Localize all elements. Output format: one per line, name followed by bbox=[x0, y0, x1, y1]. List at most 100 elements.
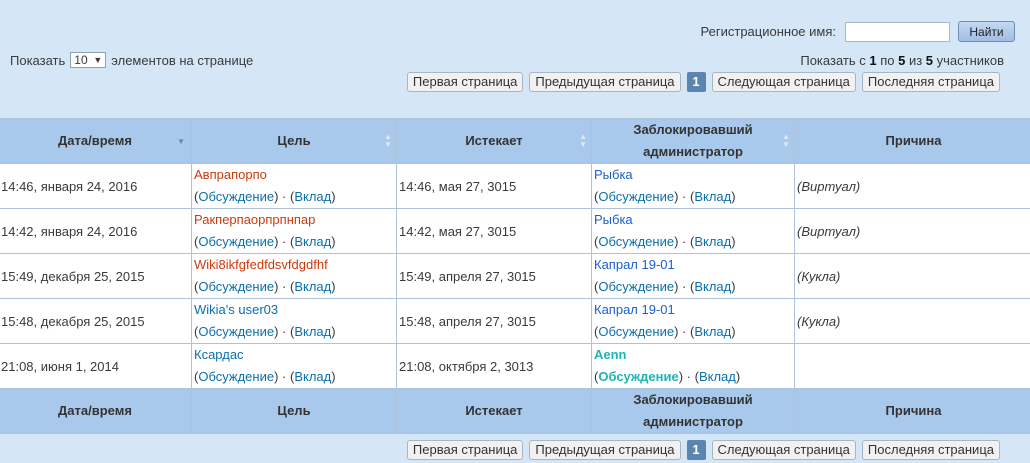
cell-expires: 14:46, мая 27, 3015 bbox=[396, 163, 592, 209]
last-page-button[interactable]: Последняя страница bbox=[861, 440, 1000, 460]
contribs-link[interactable]: Вклад bbox=[294, 189, 331, 204]
user-link[interactable]: Авпрапорпо bbox=[194, 167, 267, 182]
admin-link[interactable]: Рыбка bbox=[594, 212, 633, 227]
contribs-link[interactable]: Вклад bbox=[694, 189, 731, 204]
cell-admin: Рыбка (Обсуждение) · (Вклад) bbox=[591, 208, 795, 254]
user-link[interactable]: Wiki8ikfgfedfdsvfdgdfhf bbox=[194, 257, 328, 272]
col-label: Дата/время bbox=[58, 133, 132, 148]
search-bar: Регистрационное имя: Найти bbox=[701, 21, 1015, 42]
current-page: 1 bbox=[686, 72, 706, 92]
cell-reason: (Кукла) bbox=[794, 298, 1030, 344]
cell-expires: 21:08, октября 2, 3013 bbox=[396, 343, 592, 389]
next-page-button[interactable]: Следующая страница bbox=[711, 440, 856, 460]
col-label: Истекает bbox=[465, 133, 523, 148]
col-label: Цель bbox=[277, 133, 311, 148]
table-row: 14:46, января 24, 2016 Авпрапорпо (Обсуж… bbox=[0, 163, 1030, 209]
col-footer-expires: Истекает bbox=[396, 388, 592, 434]
user-link[interactable]: Ракперпаорпрпнпар bbox=[194, 212, 315, 227]
talk-link[interactable]: Обсуждение bbox=[198, 189, 274, 204]
cell-target: Wikia's user03 (Обсуждение) · (Вклад) bbox=[191, 298, 397, 344]
talk-link[interactable]: Обсуждение bbox=[598, 234, 674, 249]
col-header-admin[interactable]: Заблокировавший администратор ▲ ▼ bbox=[591, 118, 795, 164]
page-size-suffix: элементов на странице bbox=[111, 52, 254, 68]
cell-admin: Капрал 19-01 (Обсуждение) · (Вклад) bbox=[591, 298, 795, 344]
next-page-button[interactable]: Следующая страница bbox=[711, 72, 856, 92]
blocks-table: Дата/время ▼ Цель ▲ ▼ Истекает ▲ ▼ Заблокиров… bbox=[0, 118, 1030, 434]
contribs-link[interactable]: Вклад bbox=[294, 324, 331, 339]
pager-top: Первая страница Предыдущая страница 1 Сл… bbox=[406, 72, 1000, 92]
talk-link[interactable]: Обсуждение bbox=[198, 324, 274, 339]
col-header-datetime[interactable]: Дата/время ▼ bbox=[0, 118, 192, 164]
count-text: по bbox=[876, 53, 899, 68]
prev-page-button[interactable]: Предыдущая страница bbox=[529, 440, 681, 460]
search-label: Регистрационное имя: bbox=[700, 24, 836, 39]
contribs-link[interactable]: Вклад bbox=[294, 369, 331, 384]
col-header-expires[interactable]: Истекает ▲ ▼ bbox=[396, 118, 592, 164]
search-button[interactable]: Найти bbox=[958, 21, 1015, 42]
cell-admin: Рыбка (Обсуждение) · (Вклад) bbox=[591, 163, 795, 209]
first-page-button[interactable]: Первая страница bbox=[406, 440, 524, 460]
table-header-row: Дата/время ▼ Цель ▲ ▼ Истекает ▲ ▼ Заблокиров… bbox=[0, 118, 1030, 164]
col-footer-target: Цель bbox=[191, 388, 397, 434]
contribs-link[interactable]: Вклад bbox=[294, 234, 331, 249]
col-footer-admin: Заблокировавший администратор bbox=[591, 388, 795, 434]
talk-link[interactable]: Обсуждение bbox=[198, 279, 274, 294]
talk-link[interactable]: Обсуждение bbox=[198, 369, 274, 384]
col-label: Заблокировавший администратор bbox=[633, 392, 753, 429]
count-text: из bbox=[905, 53, 926, 68]
contribs-link[interactable]: Вклад bbox=[694, 234, 731, 249]
cell-datetime: 21:08, июня 1, 2014 bbox=[0, 343, 192, 389]
admin-link[interactable]: Капрал 19-01 bbox=[594, 257, 675, 272]
page-size-prefix: Показать bbox=[10, 52, 66, 68]
pager-bottom: Первая страница Предыдущая страница 1 Сл… bbox=[406, 440, 1000, 460]
user-link[interactable]: Ксардас bbox=[194, 347, 244, 362]
cell-expires: 15:49, апреля 27, 3015 bbox=[396, 253, 592, 299]
admin-link[interactable]: Aenn bbox=[594, 347, 627, 362]
cell-target: Ракперпаорпрпнпар (Обсуждение) · (Вклад) bbox=[191, 208, 397, 254]
talk-link[interactable]: Обсуждение bbox=[598, 279, 674, 294]
col-header-target[interactable]: Цель ▲ ▼ bbox=[191, 118, 397, 164]
cell-datetime: 15:48, декабря 25, 2015 bbox=[0, 298, 192, 344]
table-row: 21:08, июня 1, 2014 Ксардас (Обсуждение)… bbox=[0, 343, 1030, 389]
user-link[interactable]: Wikia's user03 bbox=[194, 302, 278, 317]
talk-link[interactable]: Обсуждение bbox=[198, 234, 274, 249]
contribs-link[interactable]: Вклад bbox=[694, 324, 731, 339]
contribs-link[interactable]: Вклад bbox=[294, 279, 331, 294]
result-count: Показать с 1 по 5 из 5 участников bbox=[800, 53, 1004, 68]
col-label: Заблокировавший администратор bbox=[633, 122, 753, 159]
cell-reason bbox=[794, 343, 1030, 389]
table-row: 14:42, января 24, 2016 Ракперпаорпрпнпар… bbox=[0, 208, 1030, 254]
cell-datetime: 15:49, декабря 25, 2015 bbox=[0, 253, 192, 299]
chevron-down-icon: ▼ bbox=[93, 55, 103, 65]
sort-icon: ▲ ▼ bbox=[579, 132, 587, 149]
sort-desc-icon: ▼ bbox=[177, 137, 185, 146]
table-row: 15:49, декабря 25, 2015 Wiki8ikfgfedfdsv… bbox=[0, 253, 1030, 299]
first-page-button[interactable]: Первая страница bbox=[406, 72, 524, 92]
contribs-link[interactable]: Вклад bbox=[699, 369, 736, 384]
talk-link[interactable]: Обсуждение bbox=[598, 189, 674, 204]
page-size-select[interactable]: 10 ▼ bbox=[70, 52, 107, 68]
col-label: Причина bbox=[885, 133, 942, 148]
count-total: 5 bbox=[925, 53, 934, 68]
cell-expires: 15:48, апреля 27, 3015 bbox=[396, 298, 592, 344]
cell-target: Авпрапорпо (Обсуждение) · (Вклад) bbox=[191, 163, 397, 209]
talk-link[interactable]: Обсуждение bbox=[598, 369, 678, 384]
cell-target: Wiki8ikfgfedfdsvfdgdfhf (Обсуждение) · (… bbox=[191, 253, 397, 299]
current-page: 1 bbox=[686, 440, 706, 460]
sort-icon: ▲ ▼ bbox=[782, 132, 790, 149]
cell-admin: Капрал 19-01 (Обсуждение) · (Вклад) bbox=[591, 253, 795, 299]
admin-link[interactable]: Рыбка bbox=[594, 167, 633, 182]
admin-link[interactable]: Капрал 19-01 bbox=[594, 302, 675, 317]
table-footer-row: Дата/время Цель Истекает Заблокировавший… bbox=[0, 388, 1030, 434]
search-input[interactable] bbox=[845, 21, 950, 42]
prev-page-button[interactable]: Предыдущая страница bbox=[529, 72, 681, 92]
talk-link[interactable]: Обсуждение bbox=[598, 324, 674, 339]
contribs-link[interactable]: Вклад bbox=[694, 279, 731, 294]
count-text: Показать с bbox=[800, 53, 870, 68]
cell-datetime: 14:42, января 24, 2016 bbox=[0, 208, 192, 254]
cell-reason: (Виртуал) bbox=[794, 163, 1030, 209]
col-footer-reason: Причина bbox=[794, 388, 1030, 434]
page-size-control: Показать 10 ▼ элементов на странице bbox=[10, 52, 253, 68]
page-size-value: 10 bbox=[74, 53, 88, 67]
last-page-button[interactable]: Последняя страница bbox=[861, 72, 1000, 92]
